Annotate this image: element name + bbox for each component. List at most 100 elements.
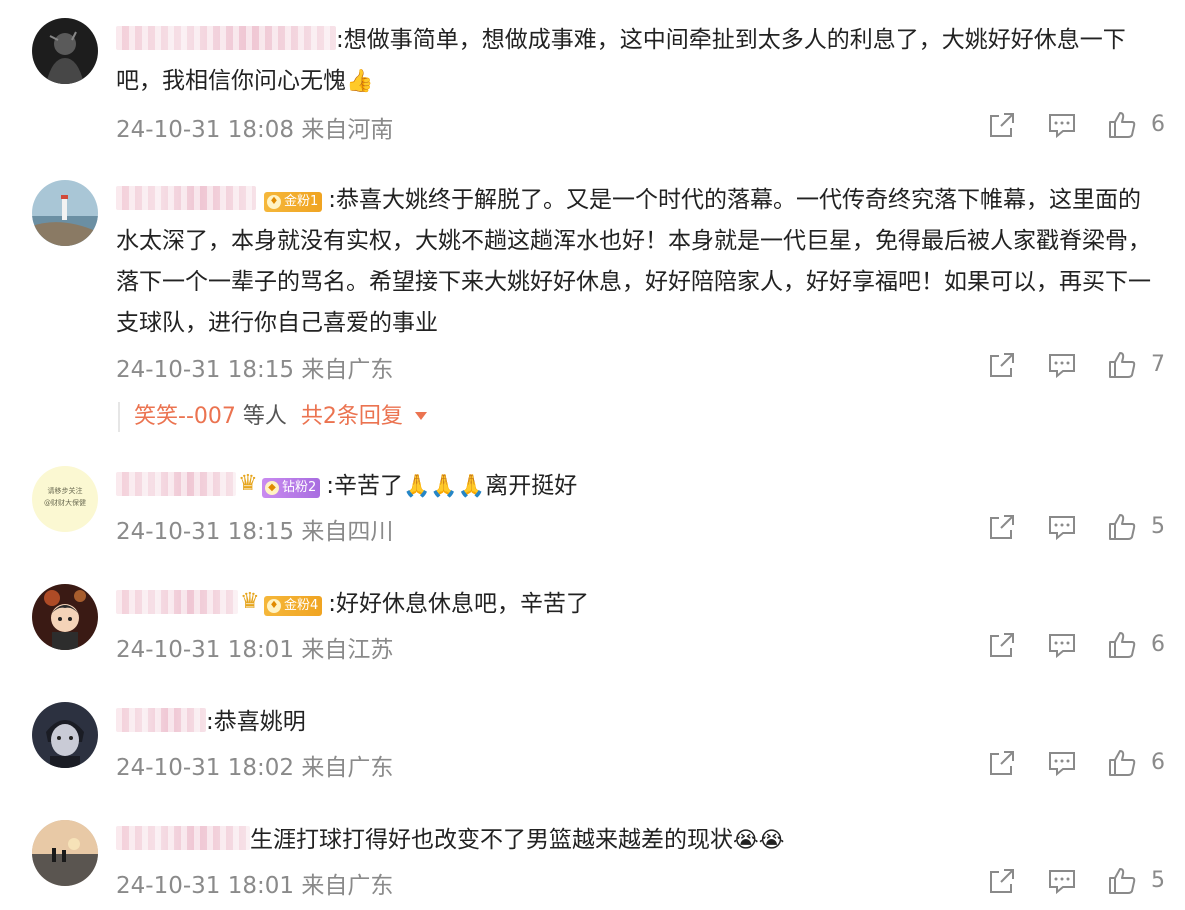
- like-button[interactable]: 6: [1107, 110, 1167, 140]
- comment-location: 来自广东: [301, 873, 394, 899]
- comment-button[interactable]: [1047, 110, 1077, 140]
- share-button[interactable]: [987, 110, 1017, 140]
- comment-item: :想做事简单，想做成事难，这中间牵扯到太多人的利息了，大姚好好休息一下吧，我相信…: [0, 18, 1185, 148]
- thumbs-up-icon: [1109, 632, 1136, 658]
- comment-button[interactable]: [1047, 866, 1077, 896]
- username[interactable]: [116, 472, 236, 496]
- username[interactable]: [116, 590, 238, 614]
- comment-actions: 6: [987, 110, 1165, 140]
- share-icon: [990, 113, 1014, 137]
- praying-hands-emoji-icon: 🙏🙏🙏: [403, 474, 486, 499]
- like-button[interactable]: 6: [1107, 630, 1167, 660]
- share-button[interactable]: [987, 866, 1017, 896]
- comment-actions: 6: [987, 630, 1165, 660]
- comment-location: 来自广东: [301, 357, 394, 383]
- like-count: 6: [1151, 632, 1165, 657]
- comment-actions: 6: [987, 748, 1165, 778]
- comment-meta: 24-10-31 18:15 来自广东: [116, 350, 393, 384]
- comment-text: ♦ 金粉1:恭喜大姚终于解脱了。又是一个时代的落幕。一代传奇终究落下帷幕，这里面的…: [116, 186, 1151, 336]
- share-icon: [990, 353, 1014, 377]
- comment-location: 来自广东: [301, 755, 394, 781]
- like-button[interactable]: 6: [1107, 748, 1167, 778]
- share-icon: [990, 751, 1014, 775]
- avatar[interactable]: [32, 18, 98, 84]
- share-icon: [990, 633, 1014, 657]
- like-count: 7: [1151, 352, 1165, 377]
- comment-button[interactable]: [1047, 748, 1077, 778]
- comment-button[interactable]: [1047, 350, 1077, 380]
- comment-text: ♛ ♦ 金粉4:好好休息休息吧，辛苦了: [116, 584, 1157, 625]
- comment-item: :恭喜姚明 24-10-31 18:02 来自广东 6: [0, 702, 1185, 792]
- comment-icon: [1049, 752, 1075, 777]
- like-button[interactable]: 5: [1107, 866, 1167, 896]
- comment-text: :恭喜姚明: [116, 702, 1157, 743]
- fan-badge[interactable]: ♛ ◆ 钻粉2: [238, 472, 321, 498]
- comment-icon: [1049, 870, 1075, 895]
- fan-badge-icon: ♦: [267, 599, 281, 613]
- crown-icon: ♛: [240, 589, 260, 614]
- comment-time: 24-10-31 18:15: [116, 519, 294, 545]
- comment-item: ♦ 金粉1:恭喜大姚终于解脱了。又是一个时代的落幕。一代传奇终究落下帷幕，这里面的…: [0, 180, 1185, 440]
- comment-icon: [1049, 516, 1075, 541]
- svg-text:@财财大保健: @财财大保健: [44, 498, 86, 507]
- username[interactable]: [116, 708, 206, 732]
- username[interactable]: [116, 186, 256, 210]
- comment-text: 生涯打球打得好也改变不了男篮越来越差的现状😭😭: [116, 820, 1157, 861]
- reply-user-link[interactable]: 笑笑--007: [134, 404, 236, 429]
- avatar[interactable]: [32, 180, 98, 246]
- thumbs-up-icon: [1109, 352, 1136, 378]
- share-icon: [990, 515, 1014, 539]
- thumbs-up-icon: [1109, 868, 1136, 894]
- comment-button[interactable]: [1047, 512, 1077, 542]
- thumbs-up-icon: [1109, 112, 1136, 138]
- comment-meta: 24-10-31 18:02 来自广东: [116, 748, 393, 782]
- thumbs-up-icon: [1109, 750, 1136, 776]
- comment-location: 来自江苏: [301, 637, 394, 663]
- fan-badge-icon: ♦: [267, 195, 281, 209]
- username[interactable]: [116, 26, 336, 50]
- share-icon: [990, 869, 1014, 893]
- fan-badge[interactable]: ♛ ♦ 金粉4: [240, 590, 323, 616]
- chevron-down-icon: [414, 412, 427, 420]
- svg-text:请移步关注: 请移步关注: [48, 486, 83, 495]
- comment-icon: [1049, 354, 1075, 379]
- comment-item: 生涯打球打得好也改变不了男篮越来越差的现状😭😭 24-10-31 18:01 来…: [0, 820, 1185, 910]
- comment-text: :想做事简单，想做成事难，这中间牵扯到太多人的利息了，大姚好好休息一下吧，我相信…: [116, 26, 1126, 94]
- comment-meta: 24-10-31 18:08 来自河南: [116, 110, 393, 144]
- comment-text: ♛ ◆ 钻粉2:辛苦了🙏🙏🙏离开挺好: [116, 466, 1157, 507]
- comment-button[interactable]: [1047, 630, 1077, 660]
- comment-actions: 7: [987, 350, 1165, 380]
- avatar[interactable]: [32, 820, 98, 886]
- share-button[interactable]: [987, 350, 1017, 380]
- comment-time: 24-10-31 18:02: [116, 755, 294, 781]
- comment-meta: 24-10-31 18:01 来自江苏: [116, 630, 393, 664]
- like-button[interactable]: 7: [1107, 350, 1167, 380]
- fan-badge-icon: ◆: [265, 481, 279, 495]
- like-count: 5: [1151, 868, 1165, 893]
- comment-location: 来自四川: [301, 519, 394, 545]
- comment-item: 请移步关注 @财财大保健 ♛ ◆ 钻粉2:辛苦了🙏🙏🙏离开挺好 24-10-31 1…: [0, 466, 1185, 556]
- avatar[interactable]: [32, 584, 98, 650]
- crying-face-emoji-icon: 😭😭: [733, 828, 785, 853]
- comment-time: 24-10-31 18:15: [116, 357, 294, 383]
- avatar[interactable]: 请移步关注 @财财大保健: [32, 466, 98, 532]
- share-button[interactable]: [987, 748, 1017, 778]
- crown-icon: ♛: [238, 471, 258, 496]
- comment-icon: [1049, 114, 1075, 139]
- like-count: 6: [1151, 112, 1165, 137]
- replies-summary[interactable]: 笑笑--007 等人 共2条回复: [118, 402, 427, 432]
- comment-item: ♛ ♦ 金粉4:好好休息休息吧，辛苦了 24-10-31 18:01 来自江苏 6: [0, 584, 1185, 674]
- comment-time: 24-10-31 18:08: [116, 117, 294, 143]
- comment-actions: 5: [987, 866, 1165, 896]
- username[interactable]: [116, 826, 250, 850]
- comment-icon: [1049, 634, 1075, 659]
- fan-badge[interactable]: ♦ 金粉1: [264, 192, 323, 212]
- avatar[interactable]: [32, 702, 98, 768]
- comment-meta: 24-10-31 18:15 来自四川: [116, 512, 393, 546]
- reply-count-link[interactable]: 共2条回复: [301, 404, 403, 429]
- like-button[interactable]: 5: [1107, 512, 1167, 542]
- comment-time: 24-10-31 18:01: [116, 873, 294, 899]
- share-button[interactable]: [987, 630, 1017, 660]
- comment-time: 24-10-31 18:01: [116, 637, 294, 663]
- share-button[interactable]: [987, 512, 1017, 542]
